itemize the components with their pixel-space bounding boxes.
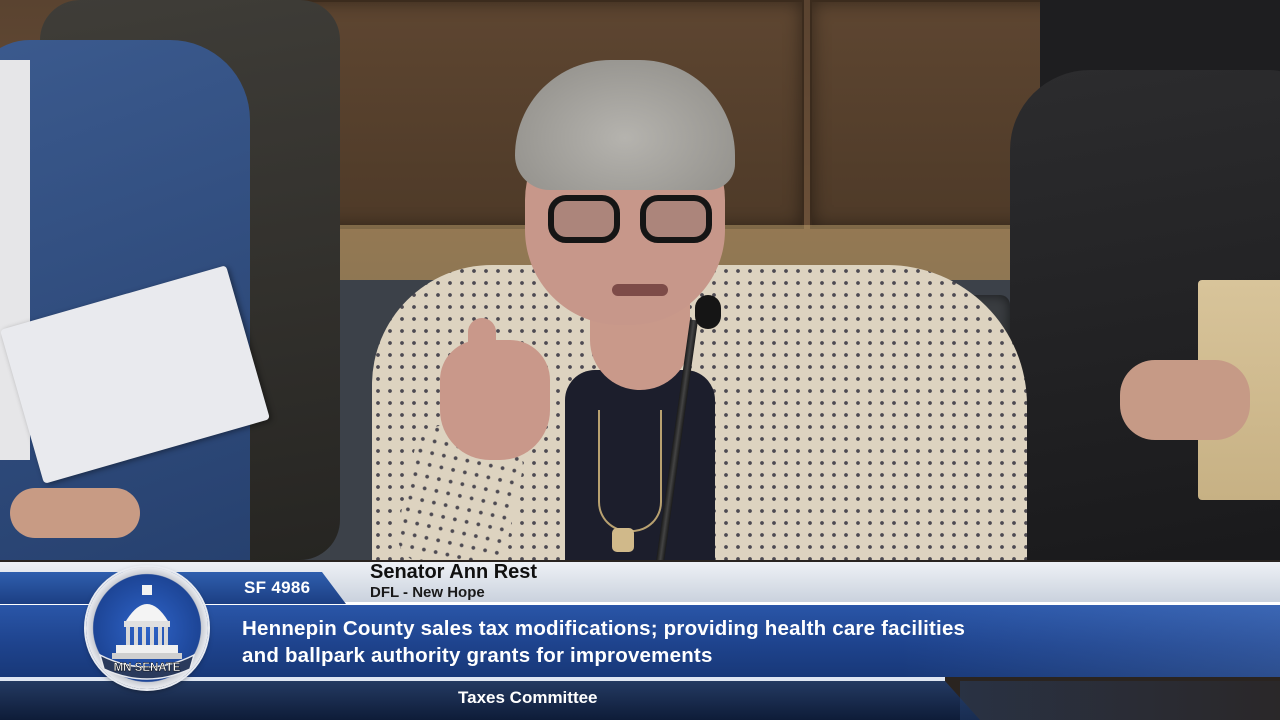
- logo-text: MN SENATE: [114, 662, 181, 674]
- bill-number: SF 4986: [244, 578, 311, 597]
- glasses-lens: [548, 195, 620, 243]
- speaker-thumb: [468, 318, 496, 378]
- committee-bar-fade: [960, 681, 1280, 720]
- video-frame: SF 4986 Senator Ann Rest DFL - New Hope …: [0, 0, 1280, 720]
- speaker-name: Senator Ann Rest: [370, 561, 538, 583]
- speaker-party: DFL - New Hope: [370, 584, 485, 601]
- video-scene: [0, 0, 1280, 560]
- glasses-lens: [640, 195, 712, 243]
- bill-title-line-1: Hennepin County sales tax modifications;…: [242, 617, 966, 640]
- committee-name: Taxes Committee: [458, 688, 598, 707]
- glasses: [548, 195, 718, 245]
- bill-title-line-2: and ballpark authority grants for improv…: [242, 644, 713, 667]
- left-hand: [10, 488, 140, 538]
- microphone-icon: [695, 295, 721, 329]
- necklace: [598, 410, 662, 532]
- mn-senate-logo: MN SENATE: [86, 567, 208, 689]
- speaker-mouth: [612, 284, 668, 296]
- pendant: [612, 528, 634, 552]
- right-hand: [1120, 360, 1250, 440]
- capitol-dome-icon: MN SENATE: [98, 585, 196, 680]
